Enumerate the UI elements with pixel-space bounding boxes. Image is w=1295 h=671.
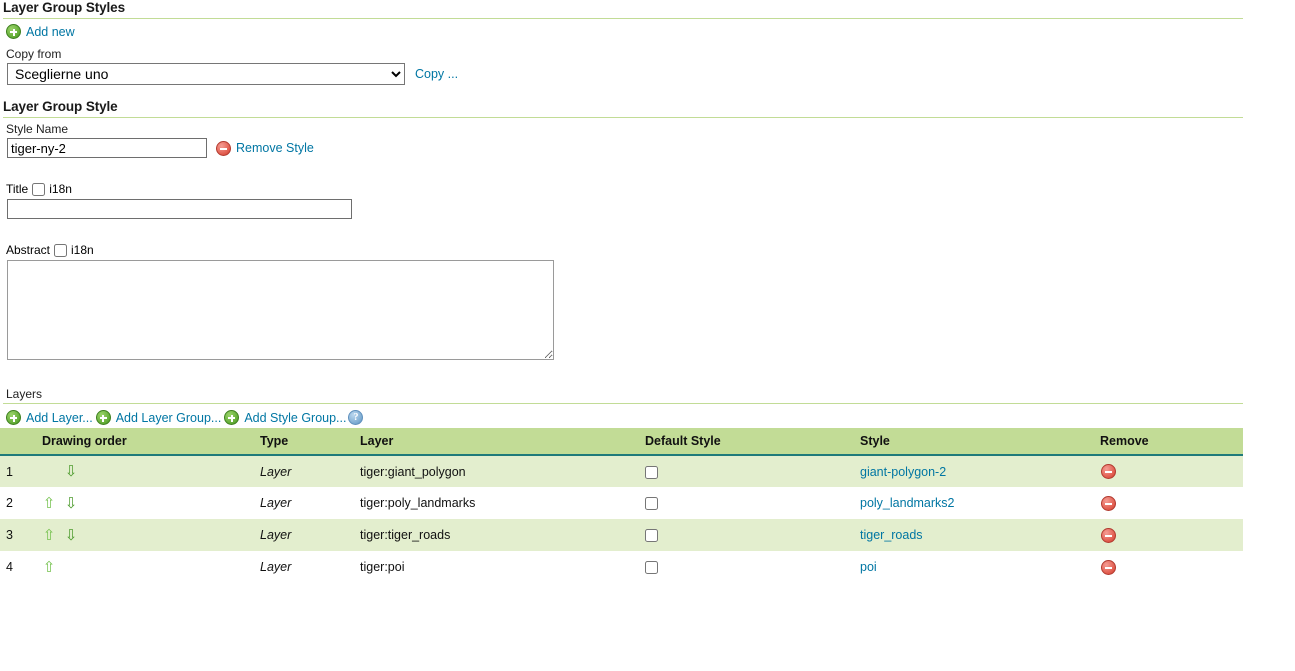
th-drawing-order: Drawing order [36, 428, 254, 455]
cell-reorder-arrows: ⇧⇩ [36, 455, 254, 487]
cell-reorder-arrows: ⇧⇩ [36, 487, 254, 519]
title-input[interactable] [7, 199, 352, 219]
default-style-checkbox[interactable] [645, 466, 658, 479]
th-spacer [0, 428, 36, 455]
remove-layer-icon[interactable] [1101, 528, 1116, 543]
layer-group-style-page: Layer Group Styles Add new Copy from Sce… [0, 0, 1295, 671]
abstract-i18n-label: i18n [71, 243, 94, 257]
th-default-style: Default Style [639, 428, 854, 455]
add-new-row[interactable]: Add new [0, 19, 1295, 43]
add-layer-link[interactable]: Add Layer... [26, 411, 93, 425]
move-down-icon[interactable]: ⇩ [64, 528, 78, 543]
th-layer: Layer [354, 428, 639, 455]
remove-layer-icon[interactable] [1101, 560, 1116, 575]
cell-type: Layer [254, 519, 354, 551]
cell-type: Layer [254, 551, 354, 583]
cell-order: 4 [0, 551, 36, 583]
cell-reorder-arrows: ⇧⇩ [36, 551, 254, 583]
help-icon[interactable]: ? [348, 410, 363, 425]
add-layer-group-icon [96, 410, 111, 425]
layer-group-styles-title: Layer Group Styles [0, 0, 1295, 18]
layer-group-style-title: Layer Group Style [0, 99, 1295, 117]
cell-default-style [639, 551, 854, 583]
title-i18n-label: i18n [49, 182, 72, 196]
style-link[interactable]: poly_landmarks2 [860, 496, 955, 510]
layers-table-header-row: Drawing order Type Layer Default Style S… [0, 428, 1243, 455]
type-label: Layer [260, 496, 291, 510]
cell-order: 2 [0, 487, 36, 519]
copy-link[interactable]: Copy ... [415, 67, 458, 81]
default-style-checkbox[interactable] [645, 561, 658, 574]
default-style-checkbox[interactable] [645, 529, 658, 542]
add-icon [6, 24, 21, 39]
type-label: Layer [260, 465, 291, 479]
cell-order: 3 [0, 519, 36, 551]
cell-default-style [639, 455, 854, 487]
title-label: Title [6, 182, 28, 196]
move-up-icon[interactable]: ⇧ [42, 528, 56, 543]
style-link[interactable]: giant-polygon-2 [860, 465, 946, 479]
style-name-label: Style Name [0, 118, 1295, 138]
remove-style-link[interactable]: Remove Style [236, 141, 314, 155]
add-style-group-icon [224, 410, 239, 425]
cell-layer-name: tiger:tiger_roads [354, 519, 639, 551]
abstract-textarea[interactable] [7, 260, 554, 360]
cell-remove [1094, 519, 1243, 551]
cell-style: giant-polygon-2 [854, 455, 1094, 487]
cell-default-style [639, 519, 854, 551]
th-remove: Remove [1094, 428, 1243, 455]
move-down-icon[interactable]: ⇩ [64, 464, 78, 479]
cell-remove [1094, 551, 1243, 583]
layers-label: Layers [0, 383, 1295, 403]
cell-remove [1094, 455, 1243, 487]
table-row: 2⇧⇩Layertiger:poly_landmarkspoly_landmar… [0, 487, 1243, 519]
cell-layer-name: tiger:poi [354, 551, 639, 583]
cell-type: Layer [254, 455, 354, 487]
layers-table-body: 1⇧⇩Layertiger:giant_polygongiant-polygon… [0, 455, 1243, 583]
th-style: Style [854, 428, 1094, 455]
th-type: Type [254, 428, 354, 455]
default-style-checkbox[interactable] [645, 497, 658, 510]
copy-from-label: Copy from [0, 43, 1295, 63]
table-row: 1⇧⇩ Layer tiger:giant_polygon giant-polygon… [0, 455, 1243, 487]
remove-layer-icon[interactable] [1101, 464, 1116, 479]
style-name-input[interactable] [7, 138, 207, 158]
add-layer-icon [6, 410, 21, 425]
add-style-group-link[interactable]: Add Style Group... [244, 411, 346, 425]
cell-style: tiger_roads [854, 519, 1094, 551]
cell-order: 1 [0, 455, 36, 487]
copy-from-select[interactable]: Sceglierne uno [7, 63, 405, 85]
abstract-label-row: Abstract i18n [0, 239, 1295, 260]
cell-reorder-arrows: ⇧⇩ [36, 519, 254, 551]
type-label: Layer [260, 560, 291, 574]
style-link[interactable]: tiger_roads [860, 528, 923, 542]
cell-type: Layer [254, 487, 354, 519]
table-row: 3⇧⇩Layertiger:tiger_roadstiger_roads [0, 519, 1243, 551]
title-i18n-checkbox[interactable] [32, 183, 45, 196]
add-new-link[interactable]: Add new [26, 25, 75, 39]
add-layer-group-link[interactable]: Add Layer Group... [116, 411, 222, 425]
layers-actions-row: Add Layer... Add Layer Group... Add Styl… [0, 404, 1295, 428]
type-label: Layer [260, 528, 291, 542]
layers-table: Drawing order Type Layer Default Style S… [0, 428, 1243, 583]
cell-remove [1094, 487, 1243, 519]
table-row: 4⇧⇩ Layer tiger:poi poi [0, 551, 1243, 583]
abstract-i18n-checkbox[interactable] [54, 244, 67, 257]
move-down-icon[interactable]: ⇩ [64, 496, 78, 511]
remove-style-icon[interactable] [216, 141, 231, 156]
cell-layer-name: tiger:giant_polygon [354, 455, 639, 487]
style-link[interactable]: poi [860, 560, 877, 574]
cell-style: poi [854, 551, 1094, 583]
cell-style: poly_landmarks2 [854, 487, 1094, 519]
cell-layer-name: tiger:poly_landmarks [354, 487, 639, 519]
cell-default-style [639, 487, 854, 519]
abstract-label: Abstract [6, 243, 50, 257]
move-up-icon[interactable]: ⇧ [42, 560, 56, 575]
title-label-row: Title i18n [0, 178, 1295, 199]
move-up-icon[interactable]: ⇧ [42, 496, 56, 511]
remove-layer-icon[interactable] [1101, 496, 1116, 511]
